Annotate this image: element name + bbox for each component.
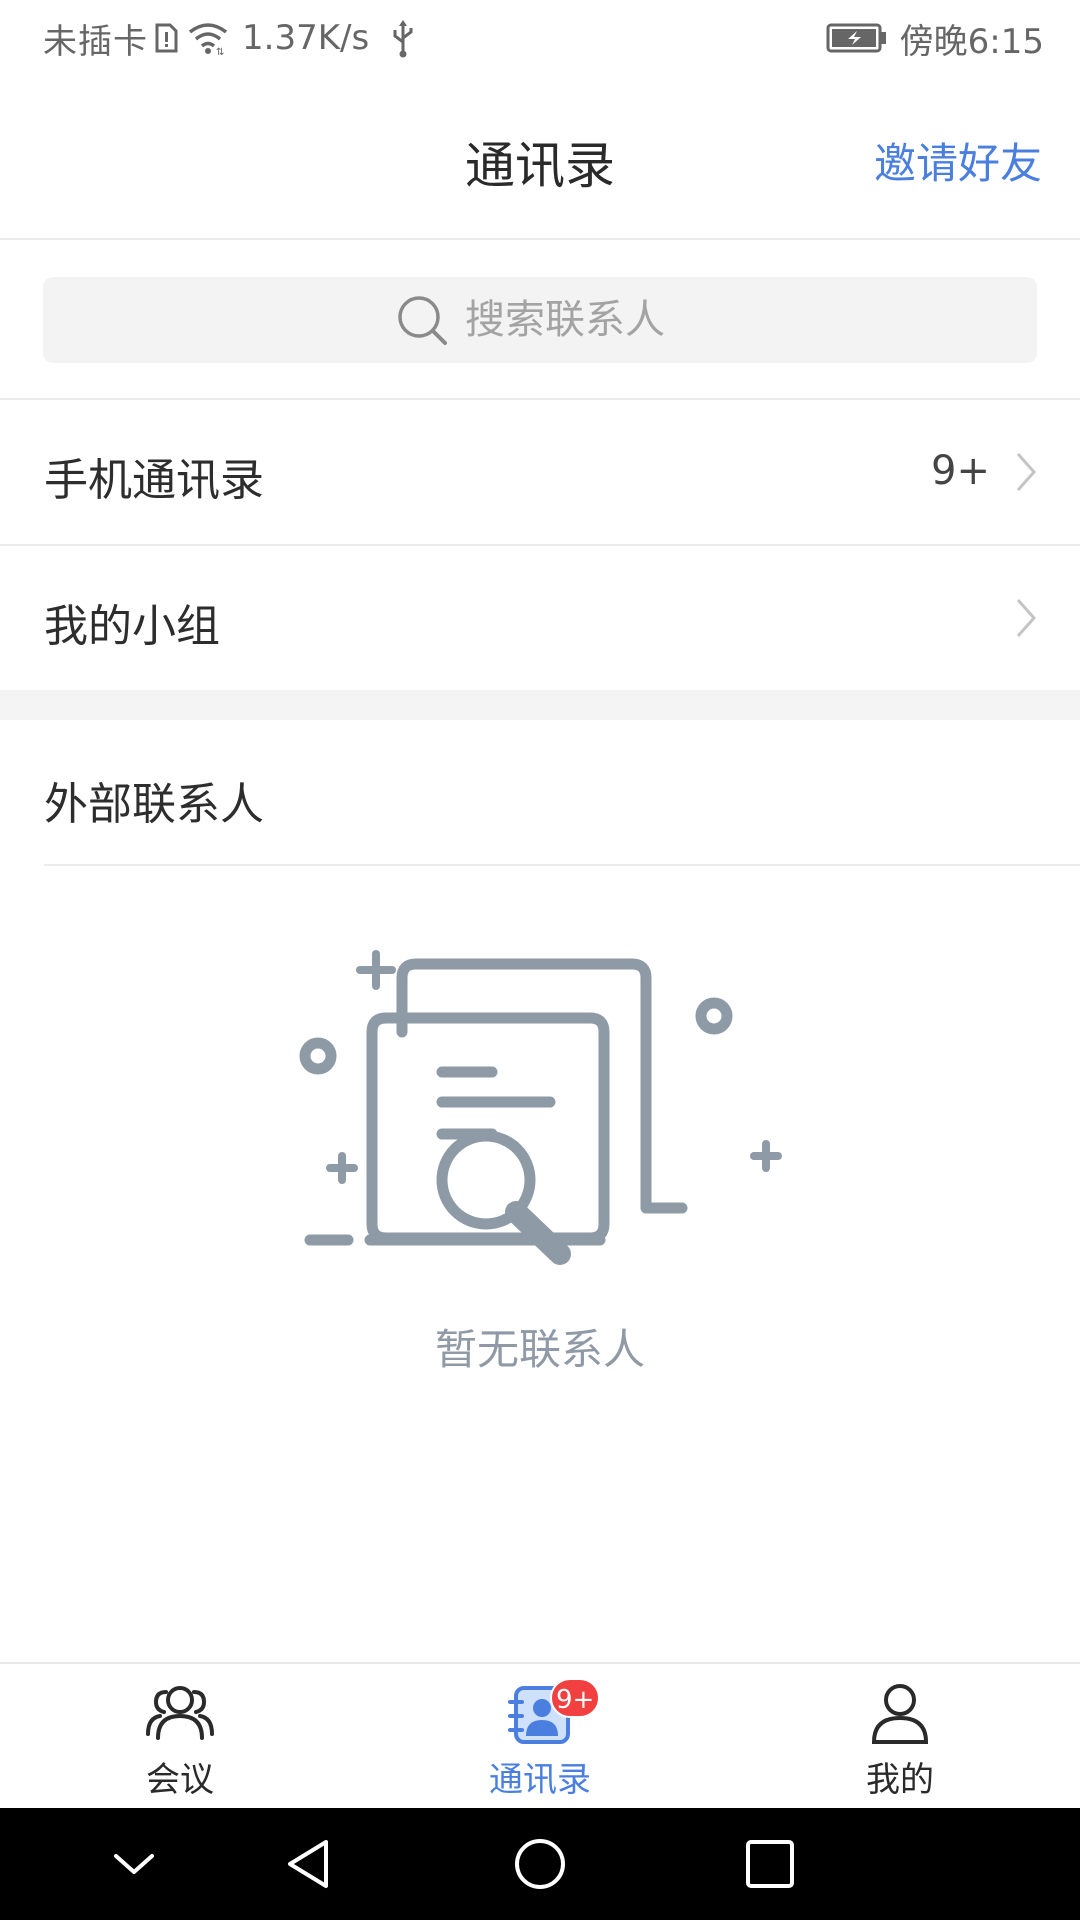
invite-friends-button[interactable]: 邀请好友 [874, 130, 1042, 191]
status-bar: 未插卡 ⇅ 1.37K/s 傍晚6:15 [0, 0, 1080, 76]
search-bar[interactable] [43, 277, 1037, 363]
recent-apps-icon[interactable] [742, 1836, 798, 1892]
chevron-right-icon [1016, 599, 1037, 637]
home-icon[interactable] [512, 1836, 568, 1892]
search-input[interactable] [465, 297, 685, 343]
person-icon [871, 1684, 929, 1744]
tab-contacts-label: 通讯录 [489, 1760, 591, 1800]
empty-state-text: 暂无联系人 [434, 1325, 645, 1374]
battery-charging-icon [826, 23, 886, 53]
tab-contacts[interactable]: 9+ 通讯录 [360, 1664, 720, 1808]
app-header: 通讯录 邀请好友 [0, 76, 1080, 240]
tab-meetings[interactable]: 会议 [0, 1664, 360, 1808]
empty-contacts-illustration [299, 950, 782, 1265]
my-groups-row[interactable]: 我的小组 [0, 546, 1080, 692]
chevron-right-icon [1016, 453, 1037, 491]
status-left: 未插卡 ⇅ 1.37K/s [43, 14, 415, 62]
contacts-badge: 9+ [550, 1678, 601, 1718]
collapse-icon[interactable] [106, 1836, 162, 1892]
search-icon [398, 296, 447, 345]
tab-meetings-label: 会议 [146, 1760, 214, 1800]
sim-alert-icon [155, 23, 178, 53]
external-contacts-header: 外部联系人 [0, 720, 1080, 866]
external-contacts-title: 外部联系人 [44, 779, 264, 830]
status-right: 傍晚6:15 [826, 14, 1044, 62]
svg-text:⇅: ⇅ [216, 47, 224, 56]
system-navigation-bar [0, 1808, 1080, 1920]
tab-me[interactable]: 我的 [720, 1664, 1080, 1808]
tab-me-label: 我的 [866, 1760, 934, 1800]
phone-contacts-row[interactable]: 手机通讯录 9+ [0, 400, 1080, 546]
clock: 傍晚6:15 [899, 21, 1044, 62]
phone-contacts-label: 手机通讯录 [44, 455, 264, 506]
section-gap [0, 690, 1080, 720]
carrier-label: 未插卡 [43, 21, 148, 62]
bottom-tab-bar: 会议 9+ 通讯录 我的 [0, 1662, 1080, 1808]
divider [44, 864, 1080, 866]
back-icon[interactable] [282, 1836, 338, 1892]
usb-icon [393, 20, 413, 58]
network-speed: 1.37K/s [242, 18, 370, 58]
wifi-icon: ⇅ [188, 23, 228, 56]
people-icon [146, 1686, 214, 1740]
search-section [0, 240, 1080, 400]
phone-contacts-count: 9+ [931, 448, 990, 494]
my-groups-label: 我的小组 [44, 601, 220, 652]
